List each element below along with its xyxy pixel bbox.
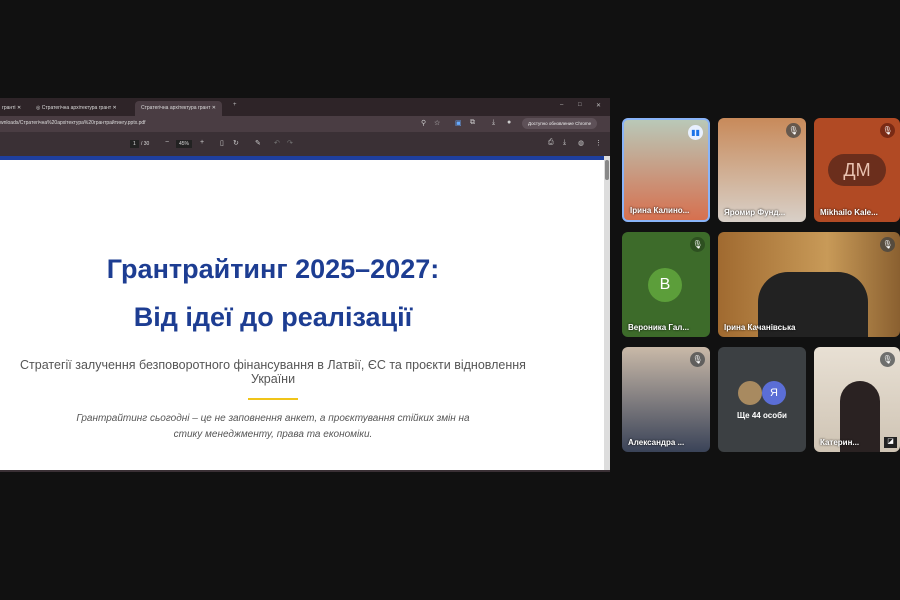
translate-icon[interactable]: ▣	[455, 119, 462, 127]
profile-icon[interactable]: ●	[507, 119, 511, 126]
maximize-icon[interactable]: □	[578, 102, 582, 108]
print-icon[interactable]: ⎙	[548, 139, 554, 147]
mic-off-icon: 🎙︎	[880, 352, 895, 367]
scrollbar[interactable]	[604, 156, 610, 470]
mic-off-icon: 🎙︎	[690, 237, 705, 252]
fit-page-icon[interactable]: ▯	[220, 139, 224, 147]
avatar	[738, 381, 762, 405]
participant-tile[interactable]: 🎙︎ ДМ Mikhailo Kale...	[814, 118, 900, 222]
tab[interactable]: ◎ Стратегічна архітектура грант ✕	[30, 101, 123, 116]
speaking-icon: ▮▮	[688, 125, 703, 140]
participant-tile[interactable]: 🎙︎ В Вероника Гал...	[622, 232, 710, 337]
participant-tile[interactable]: 🎙︎ ◪ Катерин...	[814, 347, 900, 452]
download-icon[interactable]: ⤓	[492, 119, 495, 127]
extension-icon[interactable]: ⧉	[470, 119, 475, 127]
page-total: / 30	[141, 141, 150, 147]
participant-tile[interactable]: 🎙︎ Яромир Фунд...	[718, 118, 806, 222]
pdf-slide: Грантрайтинг 2025–2027: Від ідеї до реал…	[0, 160, 604, 470]
slide-title-2: Від ідеї до реалізації	[133, 302, 413, 332]
mic-off-icon: 🎙︎	[880, 237, 895, 252]
zoom-input[interactable]: 45%	[176, 140, 193, 148]
page-input[interactable]: 1	[130, 140, 139, 148]
tab-bar: гранті ✕ ◎ Стратегічна архітектура грант…	[0, 98, 610, 116]
rotate-icon[interactable]: ↻	[233, 139, 239, 147]
divider	[248, 398, 298, 400]
annotate-icon[interactable]: ✎	[255, 139, 261, 147]
star-icon[interactable]: ☆	[434, 119, 440, 127]
globe-icon[interactable]: ◍	[578, 139, 584, 147]
slide-subtitle: Стратегії залучення безповоротного фінан…	[20, 358, 526, 386]
close-icon[interactable]: ✕	[596, 102, 601, 109]
pip-icon[interactable]: ◪	[884, 437, 897, 448]
avatar: Я	[762, 381, 786, 405]
minimize-icon[interactable]: –	[560, 102, 563, 108]
slide-title: Грантрайтинг 2025–2027:	[106, 254, 440, 284]
zoom-in-icon[interactable]: +	[200, 139, 204, 146]
participant-tile[interactable]: 🎙︎ Ірина Качанівська	[718, 232, 900, 337]
slide-quote: Грантрайтинг сьогодні – це не заповнення…	[76, 413, 470, 424]
undo-icon[interactable]: ↶	[274, 139, 280, 147]
mic-off-icon: 🎙︎	[786, 123, 801, 138]
download-pdf-icon[interactable]: ⤓	[563, 139, 566, 147]
slide-quote-2: стику менеджменту, права та економіки.	[173, 429, 373, 440]
more-participants-tile[interactable]: Я Ще 44 особи	[718, 347, 806, 452]
mic-off-icon: 🎙︎	[690, 352, 705, 367]
new-tab-icon[interactable]: +	[233, 102, 237, 108]
avatar: ДМ	[828, 154, 886, 186]
mic-off-icon: 🎙︎	[880, 123, 895, 138]
address-bar[interactable]: wnloads/Стратегічна%20архітектура%20гран…	[0, 116, 610, 132]
avatar: В	[648, 268, 682, 302]
browser-window: гранті ✕ ◎ Стратегічна архітектура грант…	[0, 98, 610, 472]
tab-active[interactable]: Стратегічна архітектура грант ✕	[135, 101, 222, 116]
search-icon[interactable]: ⚲	[421, 119, 426, 127]
zoom-out-icon[interactable]: −	[165, 139, 169, 146]
redo-icon[interactable]: ↷	[287, 139, 293, 147]
participant-tile[interactable]: ▮▮ Ірина Калино...	[622, 118, 710, 222]
pdf-toolbar: 1 / 30 − 45% + ▯ ↻ ✎ ↶ ↷ ⎙ ⤓ ◍ ⋮	[0, 132, 610, 156]
tab[interactable]: гранті ✕	[0, 101, 27, 116]
more-icon[interactable]: ⋮	[595, 139, 602, 147]
update-chrome-button[interactable]: Доступно обновление Chrome	[522, 118, 598, 129]
participant-tile[interactable]: 🎙︎ Александра ...	[622, 347, 710, 452]
